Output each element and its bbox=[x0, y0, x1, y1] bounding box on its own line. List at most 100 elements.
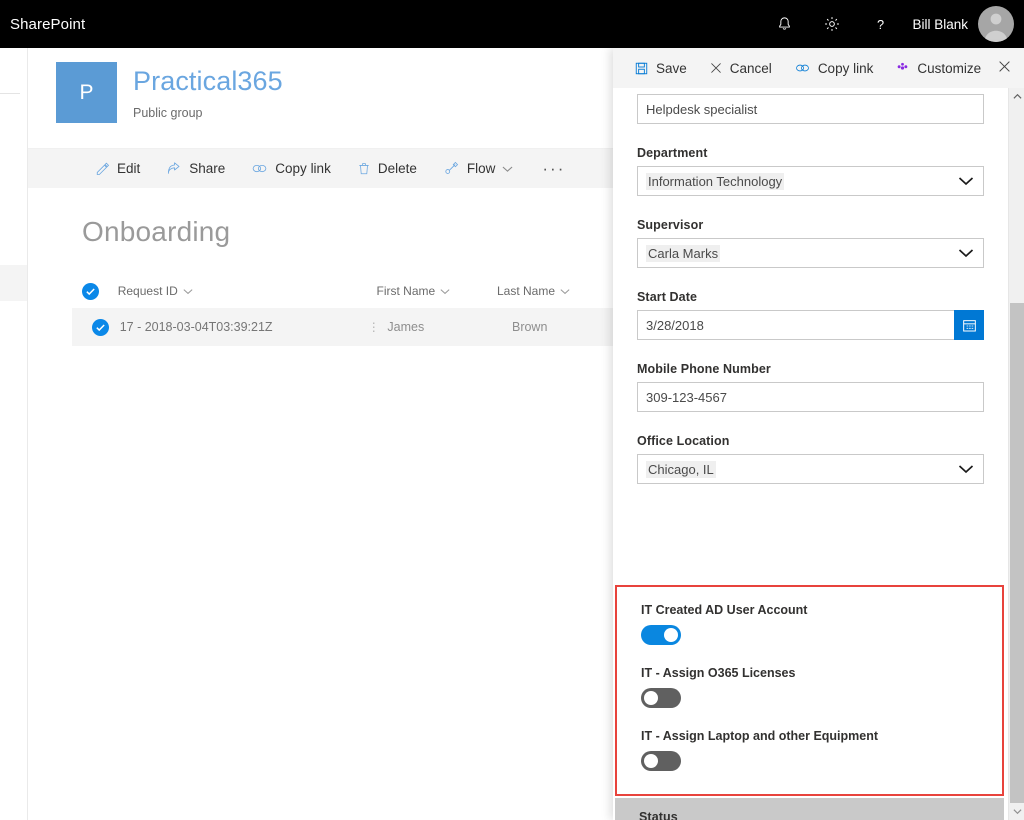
calendar-icon bbox=[962, 319, 976, 331]
main-content: P Practical365 Public group Edit Share C… bbox=[28, 48, 613, 820]
start-date-input[interactable]: 3/28/2018 bbox=[637, 310, 984, 340]
field-office-location: Office Location Chicago, IL bbox=[613, 434, 1008, 484]
field-start-date: Start Date 3/28/2018 bbox=[613, 290, 1008, 340]
site-title[interactable]: Practical365 bbox=[133, 66, 283, 97]
site-privacy-label: Public group bbox=[133, 106, 203, 121]
svg-text:?: ? bbox=[877, 16, 884, 31]
cancel-button[interactable]: Cancel bbox=[698, 48, 783, 88]
x-icon bbox=[710, 63, 721, 73]
page-title: Onboarding bbox=[82, 216, 231, 247]
supervisor-value: Carla Marks bbox=[646, 244, 721, 262]
column-header-first-name-label: First Name bbox=[376, 284, 436, 298]
supervisor-combobox[interactable]: Carla Marks bbox=[637, 238, 984, 268]
customize-label: Customize bbox=[917, 60, 982, 76]
rail-highlight-block bbox=[0, 265, 27, 301]
site-logo-tile: P bbox=[56, 62, 117, 123]
toggle-label-it-assign-o365-licenses: IT - Assign O365 Licenses bbox=[641, 666, 796, 680]
chevron-down-icon bbox=[958, 177, 974, 186]
panel-copy-link-button[interactable]: Copy link bbox=[783, 48, 885, 88]
toggle-it-assign-laptop-equipment: IT - Assign Laptop and other Equipment bbox=[617, 713, 1002, 776]
toggle-knob bbox=[644, 754, 658, 768]
sharepoint-brand[interactable]: SharePoint bbox=[0, 16, 85, 33]
cancel-label: Cancel bbox=[729, 60, 772, 76]
user-name: Bill Blank bbox=[912, 16, 968, 32]
supervisor-label: Supervisor bbox=[637, 218, 704, 232]
suite-bar: SharePoint ? Bill Blank bbox=[0, 0, 1024, 48]
save-icon bbox=[635, 62, 648, 74]
mobile-phone-label: Mobile Phone Number bbox=[637, 362, 771, 376]
toggle-switch-it-created-ad-user-account[interactable] bbox=[641, 625, 681, 645]
row-actions-icon[interactable]: ⋮ bbox=[368, 321, 380, 333]
office-location-combobox[interactable]: Chicago, IL bbox=[637, 454, 984, 484]
customize-button[interactable]: Customize bbox=[884, 48, 992, 88]
trash-icon bbox=[359, 163, 369, 175]
field-supervisor: Supervisor Carla Marks bbox=[613, 218, 1008, 268]
field-job-title: Helpdesk specialist bbox=[613, 88, 1008, 124]
toggle-label-it-created-ad-user-account: IT Created AD User Account bbox=[641, 603, 808, 617]
edit-button[interactable]: Edit bbox=[82, 149, 153, 189]
status-section: Status In Progress bbox=[615, 798, 1004, 820]
delete-button[interactable]: Delete bbox=[344, 149, 430, 189]
panel-form-body: Helpdesk specialist Department Informati… bbox=[613, 88, 1008, 820]
panel-scrollbar[interactable] bbox=[1008, 88, 1024, 820]
column-header-last-name-label: Last Name bbox=[497, 284, 556, 298]
column-header-first-name[interactable]: First Name bbox=[377, 284, 497, 298]
toggle-switch-it-assign-laptop-equipment[interactable] bbox=[641, 751, 681, 771]
panel-copy-link-label: Copy link bbox=[817, 60, 874, 76]
share-icon bbox=[168, 162, 180, 174]
link-icon bbox=[795, 64, 809, 72]
gear-icon[interactable] bbox=[808, 0, 856, 48]
department-combobox[interactable]: Information Technology bbox=[637, 166, 984, 196]
copy-link-button[interactable]: Copy link bbox=[238, 149, 344, 189]
user-menu[interactable]: Bill Blank bbox=[904, 6, 1024, 42]
toggle-knob bbox=[664, 628, 678, 642]
close-icon bbox=[999, 61, 1010, 72]
column-header-request-id[interactable]: Request ID bbox=[118, 284, 377, 298]
chevron-down-icon bbox=[440, 288, 450, 294]
toggle-it-assign-o365-licenses: IT - Assign O365 Licenses bbox=[617, 650, 1002, 713]
table-row[interactable]: 17 - 2018-03-04T03:39:21Z ⋮ James Brown bbox=[72, 308, 613, 346]
chevron-down-icon bbox=[502, 166, 513, 172]
mobile-phone-value: 309-123-4567 bbox=[646, 389, 727, 405]
calendar-picker-button[interactable] bbox=[954, 310, 984, 340]
cell-first-name: James bbox=[387, 320, 425, 334]
rail-divider bbox=[0, 93, 20, 94]
it-tasks-highlight-box: IT Created AD User Account IT - Assign O… bbox=[615, 585, 1004, 796]
item-details-panel: Save Cancel Copy link Customize Helpdesk… bbox=[613, 48, 1024, 820]
site-header: P Practical365 Public group bbox=[28, 48, 613, 148]
cell-request-id: 17 - 2018-03-04T03:39:21Z ⋮ bbox=[120, 320, 388, 334]
field-mobile-phone: Mobile Phone Number 309-123-4567 bbox=[613, 362, 1008, 412]
column-header-request-id-label: Request ID bbox=[117, 284, 178, 298]
help-icon[interactable]: ? bbox=[856, 0, 904, 48]
close-panel-button[interactable] bbox=[997, 59, 1012, 79]
cell-request-id-value: 17 - 2018-03-04T03:39:21Z bbox=[119, 320, 273, 334]
toggle-knob bbox=[644, 691, 658, 705]
start-date-label: Start Date bbox=[637, 290, 698, 304]
more-commands-button[interactable]: ··· bbox=[526, 159, 581, 179]
checkmark-circle-icon bbox=[92, 318, 109, 336]
delete-label: Delete bbox=[377, 161, 417, 176]
flow-button[interactable]: Flow bbox=[430, 149, 527, 189]
user-avatar-icon[interactable] bbox=[978, 6, 1014, 42]
select-all-checkbox[interactable] bbox=[82, 282, 118, 300]
job-title-input[interactable]: Helpdesk specialist bbox=[637, 94, 984, 124]
bell-icon[interactable] bbox=[760, 0, 808, 48]
office-location-value: Chicago, IL bbox=[646, 460, 716, 478]
toggle-switch-it-assign-o365-licenses[interactable] bbox=[641, 688, 681, 708]
chevron-down-icon bbox=[560, 288, 570, 294]
toggle-label-it-assign-laptop-equipment: IT - Assign Laptop and other Equipment bbox=[641, 729, 879, 743]
left-rail bbox=[0, 48, 28, 820]
row-select-checkbox[interactable] bbox=[82, 318, 120, 336]
save-button[interactable]: Save bbox=[623, 48, 698, 88]
chevron-down-icon bbox=[183, 288, 193, 294]
scroll-down-icon[interactable] bbox=[1009, 803, 1024, 820]
mobile-phone-input[interactable]: 309-123-4567 bbox=[637, 382, 984, 412]
column-header-last-name[interactable]: Last Name bbox=[497, 284, 613, 298]
chevron-down-icon bbox=[958, 465, 974, 474]
share-button[interactable]: Share bbox=[153, 149, 238, 189]
status-label: Status bbox=[639, 810, 678, 820]
scrollbar-thumb[interactable] bbox=[1010, 303, 1024, 803]
scroll-up-icon[interactable] bbox=[1009, 88, 1024, 105]
list-column-headers: Request ID First Name Last Name bbox=[82, 274, 613, 308]
toggle-it-created-ad-user-account: IT Created AD User Account bbox=[617, 587, 1002, 650]
